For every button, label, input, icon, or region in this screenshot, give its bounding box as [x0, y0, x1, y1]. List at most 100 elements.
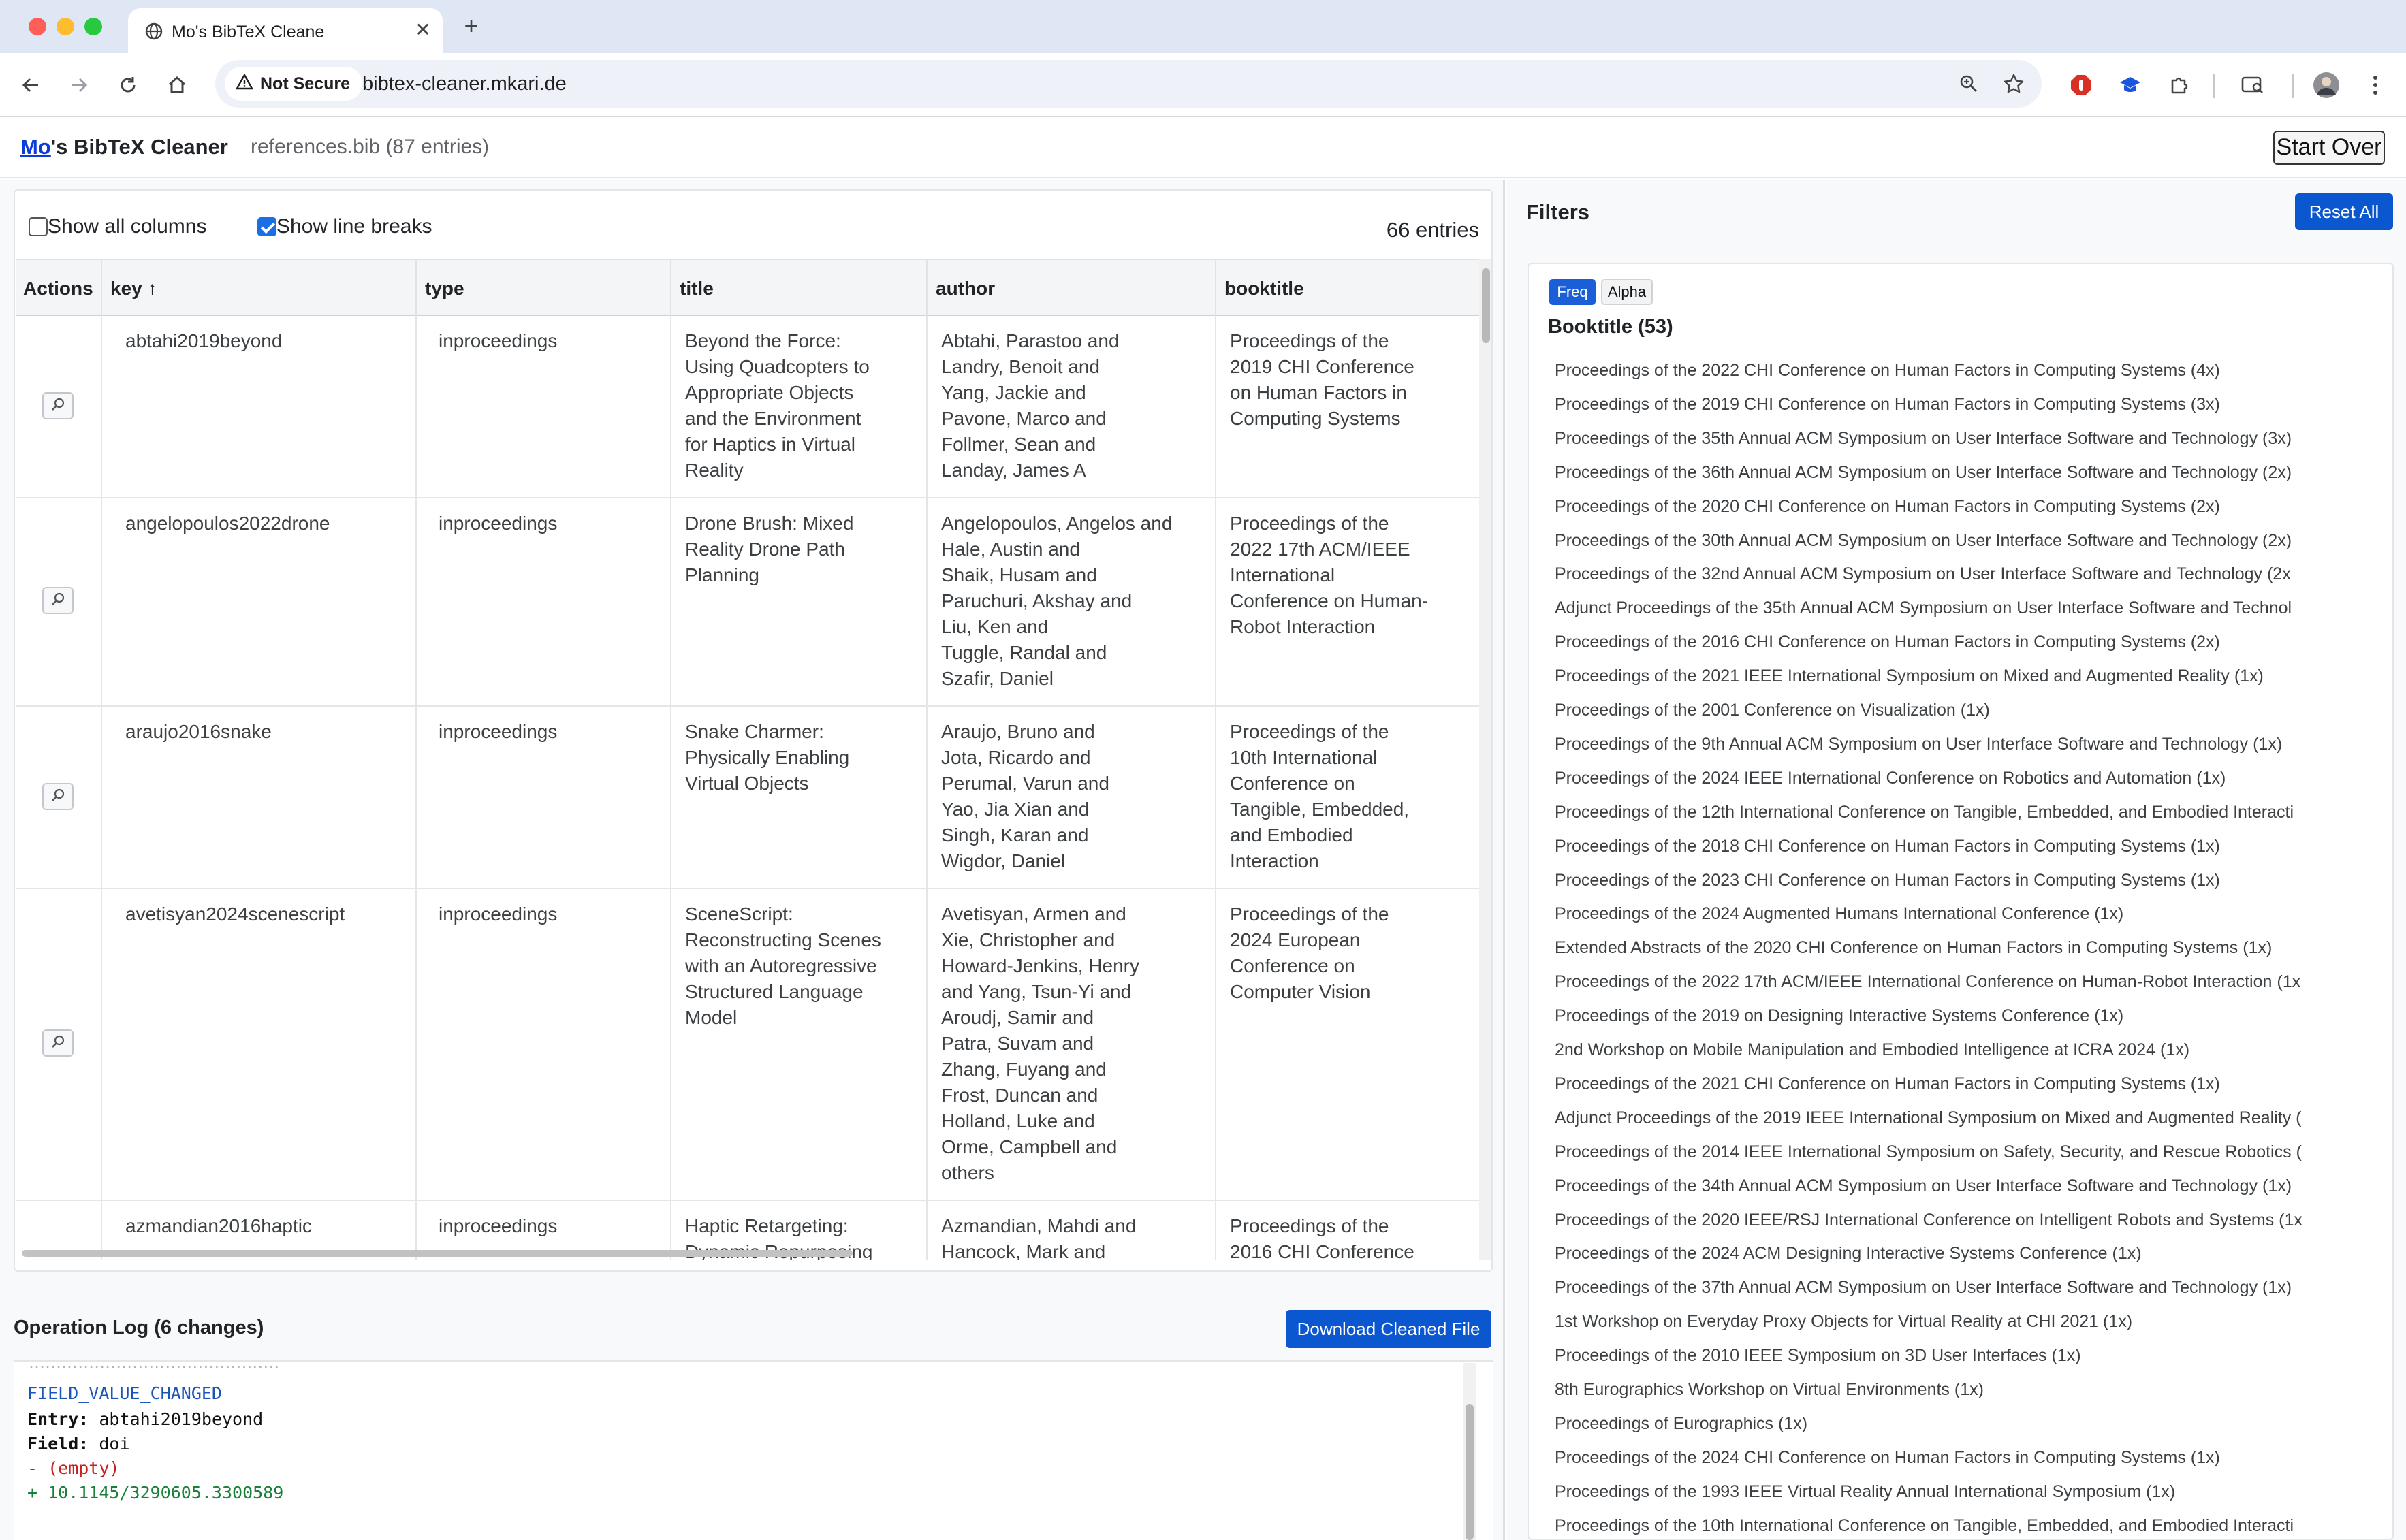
booktitle-filter-item[interactable]: Proceedings of the 2024 Augmented Humans…: [1555, 899, 2372, 929]
app-title-link[interactable]: Mo: [20, 135, 51, 159]
back-arrow-icon[interactable]: [14, 68, 48, 102]
operation-log: ‥‥‥‥‥‥‥‥‥‥‥‥‥‥‥‥‥‥‥‥‥‥‥ FIELD_VALUE_CHAN…: [14, 1360, 1493, 1540]
booktitle-filter-item[interactable]: Proceedings of the 2016 CHI Conference o…: [1555, 627, 2372, 657]
booktitle-filter-item[interactable]: Proceedings of the 2019 CHI Conference o…: [1555, 389, 2372, 419]
booktitle-filter-item[interactable]: Adjunct Proceedings of the 2019 IEEE Int…: [1555, 1103, 2372, 1133]
title-cell: Snake Charmer: Physically Enabling Virtu…: [671, 707, 928, 888]
toolbar-divider: [2213, 74, 2215, 98]
booktitle-filter-item[interactable]: Proceedings of the 37th Annual ACM Sympo…: [1555, 1272, 2372, 1302]
booktitle-filter-item[interactable]: Proceedings of the 2001 Conference on Vi…: [1555, 695, 2372, 725]
booktitle-filter-item[interactable]: Proceedings of the 2024 IEEE Internation…: [1555, 763, 2372, 793]
puzzle-extensions-icon[interactable]: [2163, 69, 2196, 101]
booktitle-filter-item[interactable]: Proceedings of the 2022 17th ACM/IEEE In…: [1555, 967, 2372, 997]
booktitle-filter-item[interactable]: Proceedings of the 2018 CHI Conference o…: [1555, 831, 2372, 861]
url-text[interactable]: bibtex-cleaner.mkari.de: [362, 73, 567, 95]
booktitle-filter-item[interactable]: Adjunct Proceedings of the 35th Annual A…: [1555, 593, 2372, 623]
entries-table: Actions key ↑ type title author booktitl…: [16, 259, 1481, 1260]
booktitle-filter-item[interactable]: Proceedings of the 2020 IEEE/RSJ Interna…: [1555, 1205, 2372, 1235]
show-line-breaks-checkbox[interactable]: [257, 217, 276, 236]
adblock-extension-icon[interactable]: [2065, 69, 2098, 101]
booktitle-filter-item[interactable]: Proceedings of the 30th Annual ACM Sympo…: [1555, 526, 2372, 556]
magnifier-icon: [50, 1030, 65, 1056]
column-header-booktitle[interactable]: booktitle: [1216, 260, 1481, 317]
profile-avatar-icon[interactable]: [2310, 69, 2343, 101]
sort-alphabetically-button[interactable]: Alpha: [1601, 279, 1653, 305]
show-all-columns-checkbox[interactable]: [29, 217, 48, 236]
new-tab-icon[interactable]: +: [458, 12, 485, 39]
close-tab-icon[interactable]: ✕: [411, 18, 435, 42]
graduation-cap-extension-icon[interactable]: [2114, 69, 2147, 101]
booktitle-filter-item[interactable]: Proceedings of the 2019 on Designing Int…: [1555, 1001, 2372, 1031]
window-close-control[interactable]: [29, 18, 46, 35]
inspect-entry-button[interactable]: [42, 587, 74, 614]
column-header-type[interactable]: type: [417, 260, 671, 317]
forward-arrow-icon[interactable]: [62, 68, 96, 102]
address-bar[interactable]: Not Secure bibtex-cleaner.mkari.de: [215, 60, 2042, 108]
booktitle-filter-item[interactable]: 2nd Workshop on Mobile Manipulation and …: [1555, 1035, 2372, 1065]
show-all-columns-option[interactable]: Show all columns: [29, 215, 206, 238]
inspect-entry-button[interactable]: [42, 783, 74, 810]
window-zoom-control[interactable]: [84, 18, 102, 35]
booktitle-filter-item[interactable]: Proceedings of the 36th Annual ACM Sympo…: [1555, 458, 2372, 487]
security-chip[interactable]: Not Secure: [225, 67, 362, 101]
booktitle-cell: Proceedings of the 2016 CHI Conference: [1230, 1215, 1414, 1260]
booktitle-filter-item[interactable]: Proceedings of the 9th Annual ACM Sympos…: [1555, 729, 2372, 759]
booktitle-filter-item[interactable]: 1st Workshop on Everyday Proxy Objects f…: [1555, 1306, 2372, 1336]
sort-by-frequency-button[interactable]: Freq: [1549, 279, 1596, 305]
booktitle-facet-title: Booktitle (53): [1548, 316, 1673, 338]
booktitle-filter-item[interactable]: Proceedings of the 2020 CHI Conference o…: [1555, 492, 2372, 522]
log-field-value: doi: [99, 1434, 130, 1454]
booktitle-filter-item[interactable]: Proceedings of the 35th Annual ACM Sympo…: [1555, 423, 2372, 453]
booktitle-filter-item[interactable]: Proceedings of the 2021 IEEE Internation…: [1555, 661, 2372, 691]
column-header-title[interactable]: title: [671, 260, 928, 317]
start-over-button[interactable]: Start Over: [2273, 131, 2385, 165]
table-horizontal-scrollbar[interactable]: [22, 1250, 853, 1257]
reset-all-button[interactable]: Reset All: [2295, 193, 2393, 230]
browser-tab-active[interactable]: Mo's BibTeX Cleane ✕: [128, 8, 443, 53]
title-cell: SceneScript: Reconstructing Scenes with …: [671, 889, 928, 1200]
download-cleaned-file-button[interactable]: Download Cleaned File: [1286, 1310, 1491, 1348]
booktitle-filter-item[interactable]: Proceedings of the 10th International Co…: [1555, 1511, 2372, 1539]
app-title: Mo's BibTeX Cleaner: [20, 135, 228, 159]
bookmark-star-icon[interactable]: [1999, 69, 2028, 98]
show-line-breaks-option[interactable]: Show line breaks: [257, 215, 432, 238]
filters-title: Filters: [1526, 200, 1590, 224]
booktitle-filter-item[interactable]: Extended Abstracts of the 2020 CHI Confe…: [1555, 933, 2372, 963]
column-header-key[interactable]: key ↑: [102, 260, 417, 317]
booktitle-cell: Proceedings of the 2022 17th ACM/IEEE In…: [1230, 513, 1429, 637]
log-added-value: + 10.1145/3290605.3300589: [27, 1483, 284, 1503]
booktitle-filter-item[interactable]: Proceedings of Eurographics (1x): [1555, 1409, 2372, 1439]
booktitle-filter-item[interactable]: Proceedings of the 12th International Co…: [1555, 797, 2372, 827]
column-header-author[interactable]: author: [928, 260, 1216, 317]
kebab-menu-icon[interactable]: [2359, 69, 2392, 101]
booktitle-filter-item[interactable]: Proceedings of the 2021 CHI Conference o…: [1555, 1069, 2372, 1099]
toolbar-divider: [2292, 74, 2294, 98]
booktitle-filter-item[interactable]: Proceedings of the 2024 CHI Conference o…: [1555, 1443, 2372, 1473]
log-field-label: Field:: [27, 1434, 89, 1454]
booktitle-filter-item[interactable]: Proceedings of the 1993 IEEE Virtual Rea…: [1555, 1477, 2372, 1507]
reload-icon[interactable]: [111, 68, 145, 102]
inspect-entry-button[interactable]: [42, 1029, 74, 1057]
booktitle-filter-item[interactable]: Proceedings of the 34th Annual ACM Sympo…: [1555, 1171, 2372, 1201]
booktitle-filter-item[interactable]: 8th Eurographics Workshop on Virtual Env…: [1555, 1375, 2372, 1405]
inspect-entry-button[interactable]: [42, 392, 74, 419]
browser-tab-strip: Mo's BibTeX Cleane ✕ +: [0, 0, 2406, 53]
booktitle-filter-item[interactable]: Proceedings of the 2022 CHI Conference o…: [1555, 355, 2372, 385]
operation-log-scroll-thumb[interactable]: [1466, 1404, 1474, 1540]
table-vertical-scrollbar[interactable]: [1479, 259, 1491, 1260]
booktitle-filter-item[interactable]: Proceedings of the 2010 IEEE Symposium o…: [1555, 1341, 2372, 1370]
home-icon[interactable]: [160, 68, 194, 102]
operation-log-scrollbar[interactable]: [1463, 1363, 1476, 1540]
tab-search-icon[interactable]: [2236, 69, 2269, 101]
window-minimize-control[interactable]: [57, 18, 74, 35]
booktitle-filter-item[interactable]: Proceedings of the 2024 ACM Designing In…: [1555, 1238, 2372, 1268]
table-header: Actions key ↑ type title author booktitl…: [16, 259, 1481, 317]
table-vertical-scroll-thumb[interactable]: [1482, 268, 1490, 343]
table-row: araujo2016snake inproceedings Snake Char…: [16, 707, 1481, 889]
booktitle-filter-item[interactable]: Proceedings of the 2023 CHI Conference o…: [1555, 865, 2372, 895]
booktitle-filter-item[interactable]: Proceedings of the 32nd Annual ACM Sympo…: [1555, 559, 2372, 589]
booktitle-filter-item[interactable]: Proceedings of the 2014 IEEE Internation…: [1555, 1137, 2372, 1167]
author-cell: Angelopoulos, Angelos and Hale, Austin a…: [928, 498, 1216, 705]
zoom-magnifier-icon[interactable]: [1954, 69, 1983, 98]
type-cell: inproceedings: [417, 707, 671, 888]
